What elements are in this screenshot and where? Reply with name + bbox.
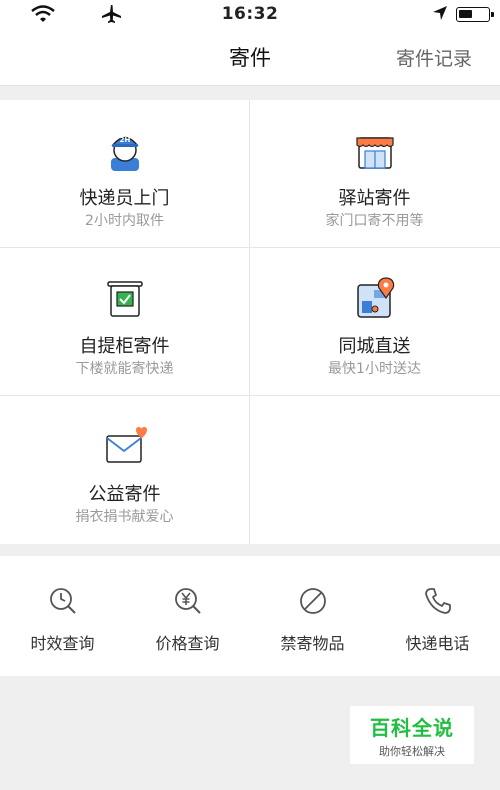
tools-row: 时效查询 价格查询 禁寄物品 快递电话: [0, 556, 500, 676]
tool-label: 价格查询: [155, 634, 220, 653]
service-subtitle: 捐衣捐书献爱心: [75, 509, 174, 525]
battery-icon: [456, 7, 494, 22]
locker-icon: [103, 276, 147, 320]
service-subtitle: 家门口寄不用等: [325, 213, 424, 229]
tool-label: 快递电话: [405, 634, 470, 653]
charity-mail-icon: [103, 424, 147, 468]
service-locker-send[interactable]: 自提柜寄件 下楼就能寄快递: [0, 248, 249, 395]
service-label: 同城直送: [338, 336, 411, 357]
tool-label: 时效查询: [30, 634, 95, 653]
service-station-send[interactable]: 驿站寄件 家门口寄不用等: [250, 100, 499, 247]
station-icon: [353, 128, 397, 172]
service-charity-send[interactable]: 公益寄件 捐衣捐书献爱心: [0, 396, 249, 543]
send-record-link[interactable]: 寄件记录: [396, 44, 472, 71]
service-same-city[interactable]: 同城直送 最快1小时送达: [250, 248, 499, 395]
service-subtitle: 2小时内取件: [85, 213, 164, 229]
courier-icon: 2H: [103, 128, 147, 172]
service-label: 驿站寄件: [338, 188, 411, 209]
service-label: 公益寄件: [88, 484, 161, 505]
watermark-subtitle: 助你轻松解决: [379, 745, 445, 758]
service-label: 快递员上门: [79, 188, 170, 209]
tool-courier-phone[interactable]: 快递电话: [375, 556, 500, 676]
svg-text:2H: 2H: [119, 136, 130, 144]
yen-search-icon: [173, 586, 203, 616]
service-subtitle: 最快1小时送达: [328, 361, 421, 377]
battery-nub: [491, 11, 494, 17]
map-pin-icon: [353, 276, 397, 320]
prohibited-icon: [298, 586, 328, 616]
tool-time-query[interactable]: 时效查询: [0, 556, 125, 676]
service-courier-pickup[interactable]: 2H 快递员上门 2小时内取件: [0, 100, 249, 247]
service-grid: 2H 快递员上门 2小时内取件 驿站寄件 家门口寄不用等 自提柜寄件 下楼就能寄…: [0, 100, 500, 544]
tool-price-query[interactable]: 价格查询: [125, 556, 250, 676]
status-bar: 16:32: [0, 0, 500, 28]
navigation-bar: 寄件 寄件记录: [0, 28, 500, 86]
status-time: 16:32: [221, 4, 279, 24]
location-arrow-icon: [432, 5, 448, 25]
phone-icon: [423, 586, 453, 616]
service-label: 自提柜寄件: [79, 336, 170, 357]
battery-fill: [459, 10, 472, 18]
tool-prohibited-items[interactable]: 禁寄物品: [250, 556, 375, 676]
clock-search-icon: [48, 586, 78, 616]
watermark-badge: 百科全说 助你轻松解决: [350, 706, 474, 764]
tool-label: 禁寄物品: [280, 634, 345, 653]
watermark-title: 百科全说: [370, 716, 454, 740]
service-subtitle: 下楼就能寄快递: [75, 361, 174, 377]
